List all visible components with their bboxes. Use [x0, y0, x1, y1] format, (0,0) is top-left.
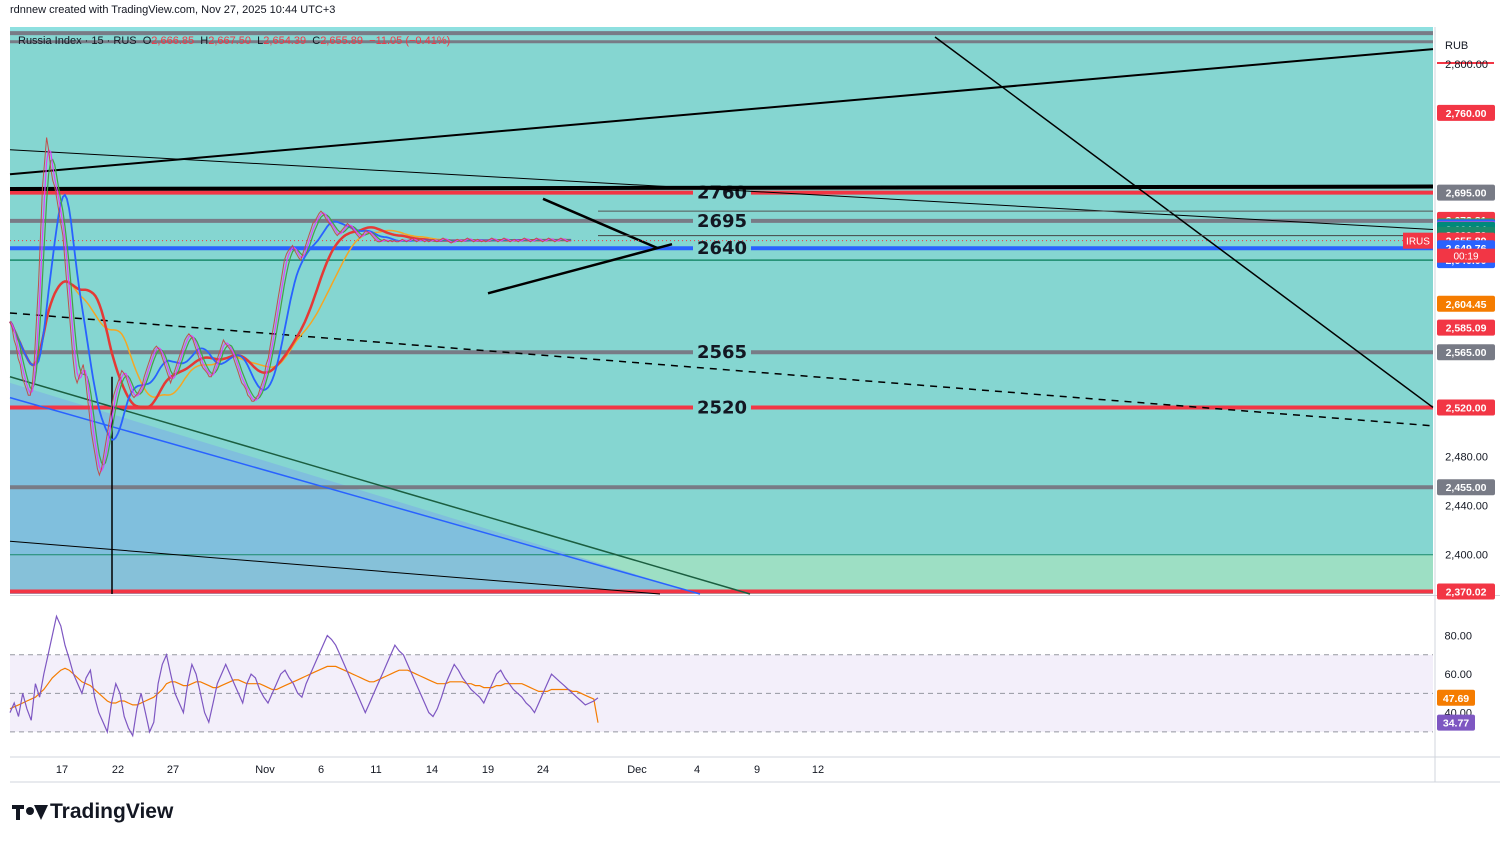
time-axis-tick: 11	[370, 764, 381, 776]
time-axis-tick: 4	[694, 764, 700, 776]
key-level-label: 2695	[697, 211, 747, 232]
time-axis-tick: 12	[812, 764, 824, 776]
tradingview-logo[interactable]: TradingView	[12, 800, 173, 824]
close-value: 2,655.89	[320, 35, 364, 47]
time-axis-tick: Nov	[255, 764, 275, 776]
symbol-label: Russia Index · 15 · RUS	[18, 35, 137, 47]
high-label: H	[200, 35, 209, 47]
price-tag-label: 2,695.00	[1446, 188, 1487, 200]
time-axis-tick: 14	[426, 764, 438, 776]
brand-name: TradingView	[50, 800, 174, 823]
rsi-axis-tick: 60.00	[1444, 669, 1472, 681]
open-label: O	[142, 35, 152, 47]
rsi-tag-label: 34.77	[1443, 718, 1469, 730]
price-tag-label: 2,585.09	[1446, 323, 1487, 335]
time-axis-tick: 27	[167, 764, 179, 776]
high-value: 2,667.50	[208, 35, 252, 47]
time-axis-tick: 17	[56, 764, 68, 776]
ohlc-legend: Russia Index · 15 · RUS O2,666.85 H2,667…	[18, 35, 450, 47]
price-tag-label: 2,455.00	[1446, 482, 1487, 494]
currency-label: RUB	[1445, 40, 1468, 52]
time-axis-tick: 19	[482, 764, 494, 776]
key-level-label: 2520	[697, 397, 747, 418]
rsi-pane	[9, 614, 1433, 738]
price-axis-tick: 2,480.00	[1445, 452, 1488, 464]
open-value: 2,666.85	[151, 35, 195, 47]
price-axis-tick: 2,400.00	[1445, 550, 1488, 562]
price-tag-label: 2,520.00	[1446, 402, 1487, 414]
time-axis-tick: 24	[537, 764, 549, 776]
low-value: 2,654.39	[263, 35, 307, 47]
ticker-tag-label: IRUS	[1406, 237, 1430, 248]
rsi-tag-label: 47.69	[1443, 693, 1469, 705]
price-axis-tick: 2,800.00	[1445, 59, 1488, 71]
change-value: −11.05 (−0.41%)	[369, 35, 451, 47]
close-label: C	[312, 35, 321, 47]
price-tag-label: 2,760.00	[1446, 108, 1487, 120]
price-axis-tick: 2,440.00	[1445, 501, 1488, 513]
tradingview-logo-icon	[12, 803, 48, 821]
time-axis-tick: 6	[318, 764, 324, 776]
thick-trendline	[9, 184, 1434, 191]
rsi-axis-tick: 80.00	[1444, 631, 1472, 643]
price-tag-label: 2,370.02	[1446, 587, 1487, 599]
countdown-label: 00:19	[1453, 252, 1478, 263]
key-level-label: 2565	[697, 342, 747, 363]
price-tag-label: 2,565.00	[1446, 347, 1487, 359]
time-axis-tick: 9	[754, 764, 760, 776]
chart-canvas[interactable]: 27602695264025652520 RUB2,800.002,480.00…	[0, 0, 1510, 843]
price-pane: 27602695264025652520	[8, 27, 1434, 595]
time-axis-tick: 22	[112, 764, 124, 776]
price-tag-label: 2,604.45	[1446, 299, 1487, 311]
key-level-label: 2640	[697, 238, 747, 259]
time-axis-tick: Dec	[627, 764, 647, 776]
